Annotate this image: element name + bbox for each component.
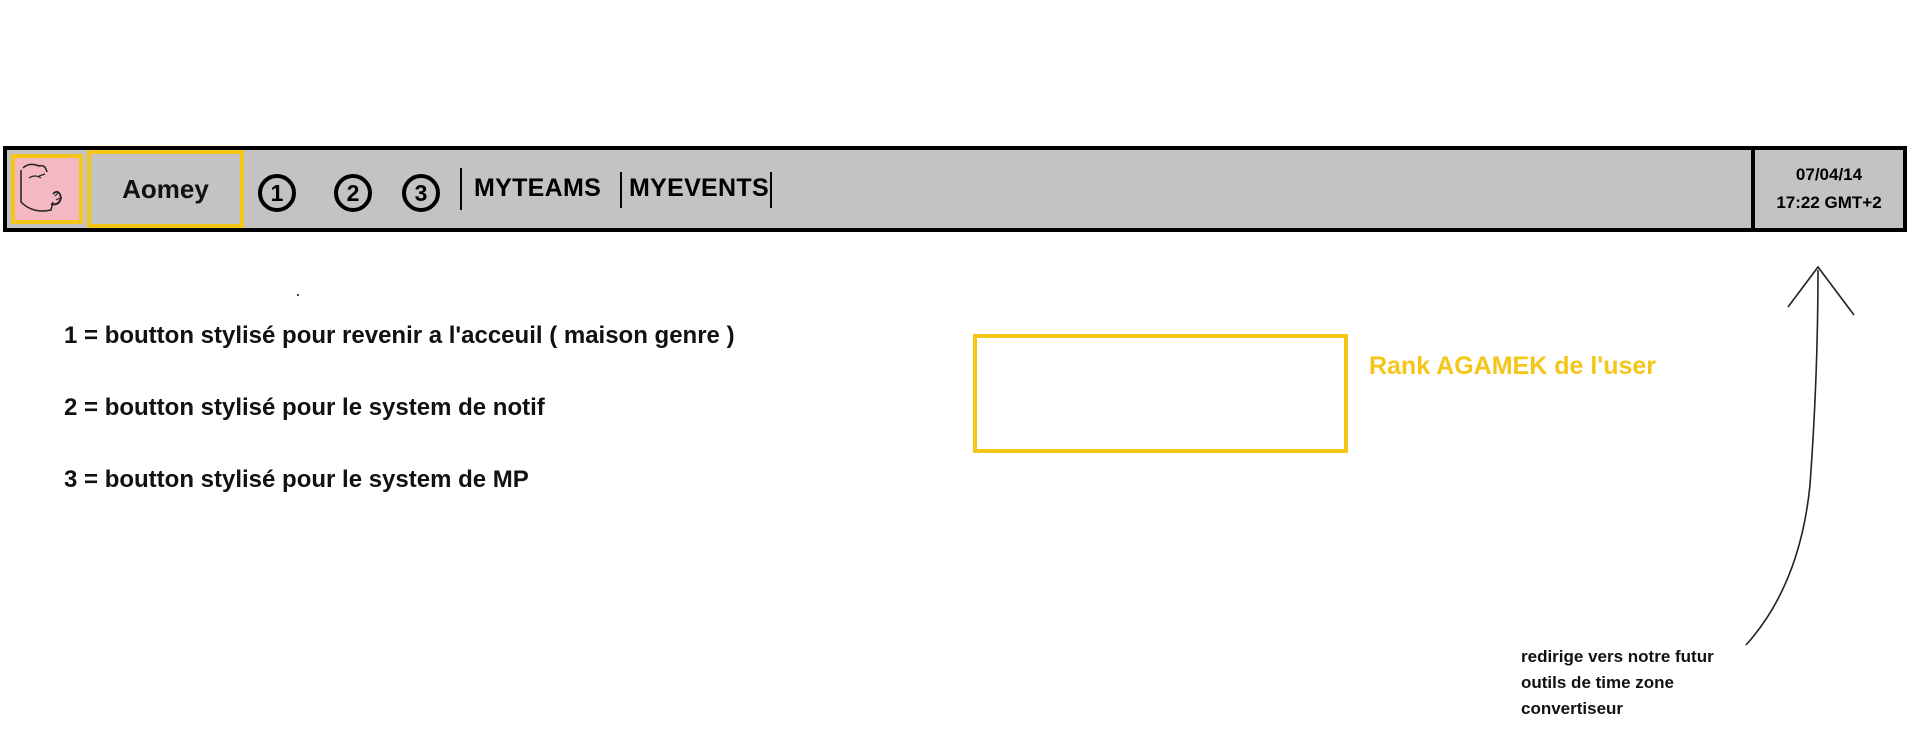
stray-dot — [297, 294, 299, 296]
nav-divider — [770, 172, 772, 208]
rank-badge-placeholder — [973, 334, 1348, 453]
annotation-line: convertiseur — [1521, 699, 1624, 718]
home-button-label: 1 — [270, 179, 284, 206]
avatar-face-icon — [20, 163, 62, 212]
date-text: 07/04/14 — [1795, 165, 1863, 184]
private-message-button[interactable]: 3 — [402, 174, 440, 212]
curved-arrow-icon — [1745, 265, 1855, 646]
datetime-widget[interactable]: 07/04/14 17:22 GMT+2 — [1751, 150, 1903, 228]
nav-link-myteams[interactable]: MYTEAMS — [474, 174, 601, 203]
notification-button-label: 2 — [346, 179, 360, 206]
notification-button[interactable]: 2 — [334, 174, 372, 212]
rank-label: Rank AGAMEK de l'user — [1369, 352, 1657, 380]
private-message-button-label: 3 — [414, 179, 428, 206]
nav-link-myevents[interactable]: MYEVENTS — [629, 174, 769, 203]
home-button[interactable]: 1 — [258, 174, 296, 212]
nav-divider — [460, 168, 462, 210]
top-navigation-bar: Aomey 1 2 3 MYTEAMS MYEVENTS 07/04/14 17… — [3, 146, 1907, 232]
username-button[interactable]: Aomey — [87, 150, 244, 228]
time-zone-annotation: redirige vers notre futur outils de time… — [1521, 644, 1714, 722]
note-item: 2 = boutton stylisé pour le system de no… — [64, 394, 545, 421]
time-text: 17:22 GMT+2 — [1776, 193, 1882, 212]
annotation-line: redirige vers notre futur — [1521, 647, 1714, 666]
username-label: Aomey — [122, 173, 209, 204]
nav-divider — [620, 172, 622, 208]
annotation-line: outils de time zone — [1521, 673, 1675, 692]
note-item: 1 = boutton stylisé pour revenir a l'acc… — [64, 322, 735, 349]
note-item: 3 = boutton stylisé pour le system de MP — [64, 466, 529, 493]
avatar[interactable] — [11, 154, 83, 224]
